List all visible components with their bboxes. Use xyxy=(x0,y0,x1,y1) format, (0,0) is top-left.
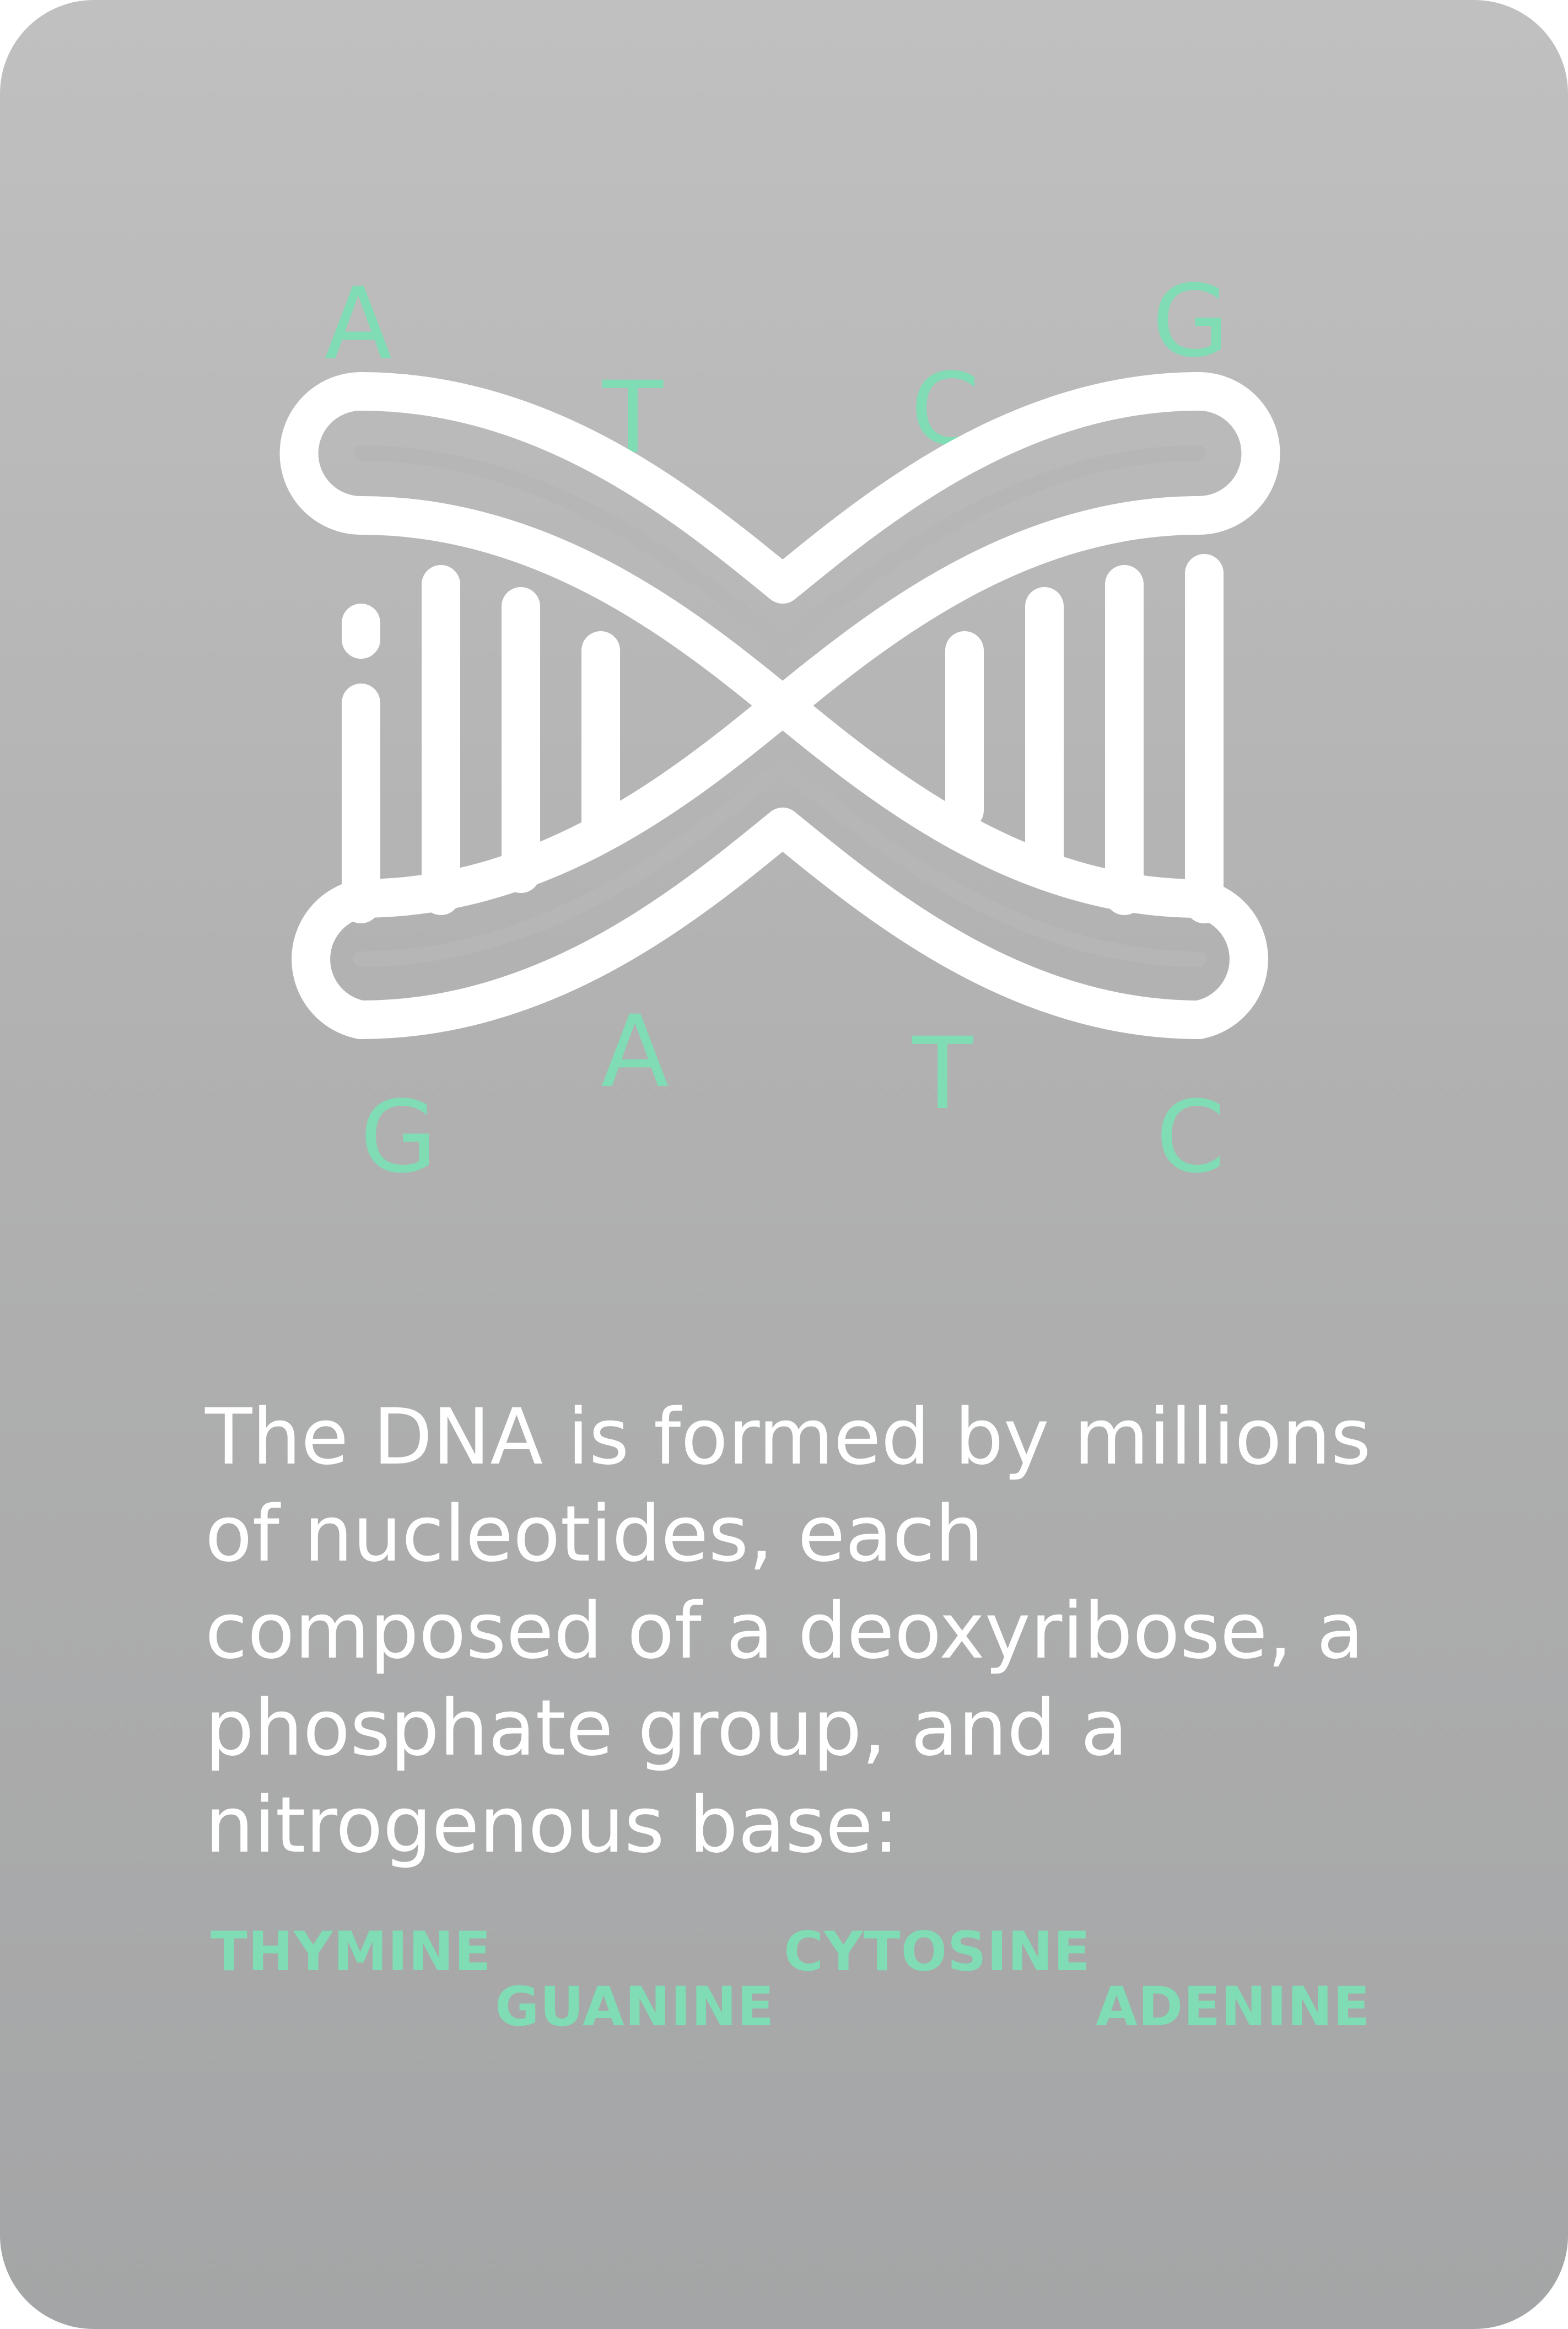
description-text: The DNA is formed by millions of nucleot… xyxy=(205,1392,1371,1870)
base-letter-top-g: G xyxy=(1152,264,1228,379)
base-letter-top-a: A xyxy=(324,267,392,382)
info-card: A T C G G A T C The DNA is formed by mil… xyxy=(0,0,1568,2329)
dna-icon xyxy=(279,372,1280,1039)
base-letter-bottom-t: T xyxy=(912,1016,973,1132)
base-letter-bottom-c: C xyxy=(1156,1080,1225,1195)
base-name-cytosine: CYTOSINE xyxy=(784,1921,1091,1983)
base-name-guanine: GUANINE xyxy=(495,1976,775,2038)
base-letter-bottom-g: G xyxy=(360,1080,437,1195)
base-letter-bottom-a: A xyxy=(601,994,669,1110)
base-name-adenine: ADENINE xyxy=(1096,1976,1371,2038)
dna-illustration: A T C G G A T C xyxy=(279,264,1280,1195)
base-name-thymine: THYMINE xyxy=(211,1921,492,1983)
